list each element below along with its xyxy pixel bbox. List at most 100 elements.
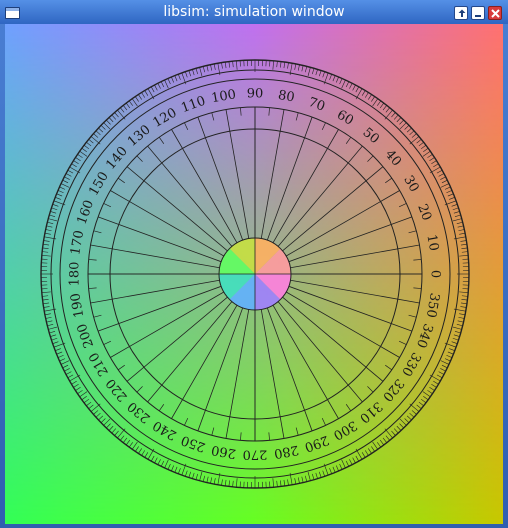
degree-tick	[174, 75, 178, 82]
degree-tick	[382, 105, 387, 111]
degree-tick	[154, 84, 158, 91]
angle-label: 290	[302, 432, 330, 455]
degree-tick	[436, 374, 443, 379]
minimize-button[interactable]	[471, 6, 485, 20]
degree-tick	[98, 415, 104, 421]
minor-tick	[118, 364, 125, 371]
minimize-icon	[475, 15, 481, 17]
degree-tick	[452, 218, 462, 222]
simulation-canvas[interactable]: 0 10 20 30 40 50 60 70 80 90 100 110 120 130 140 150 160…	[5, 24, 503, 524]
radial-spoke	[288, 216, 413, 263]
degree-tick	[160, 81, 165, 88]
degree-tick	[57, 190, 64, 194]
degree-tick	[329, 468, 332, 474]
degree-tick	[461, 295, 468, 297]
degree-tick	[423, 147, 429, 152]
angle-label: 20	[414, 202, 434, 223]
title-bar[interactable]: libsim: simulation window	[0, 0, 508, 24]
degree-tick	[372, 98, 378, 107]
degree-tick	[49, 331, 56, 334]
angle-label: 260	[210, 442, 237, 461]
restore-button[interactable]	[454, 6, 468, 20]
degree-tick	[128, 442, 133, 448]
minor-tick	[367, 386, 374, 393]
minor-tick	[385, 364, 392, 371]
degree-tick	[459, 291, 469, 293]
degree-tick	[399, 119, 404, 125]
degree-tick	[65, 173, 72, 177]
angle-label: 230	[125, 398, 154, 425]
angle-label: 40	[382, 147, 404, 169]
degree-tick	[46, 225, 53, 228]
minor-tick	[211, 112, 215, 121]
degree-tick	[431, 160, 437, 165]
degree-tick	[157, 83, 161, 89]
degree-tick	[43, 306, 50, 308]
degree-tick	[100, 125, 106, 130]
protractor-dial: 0102030405060708090100110120130140150160…	[40, 59, 470, 489]
degree-tick	[88, 139, 94, 144]
degree-tick	[55, 197, 61, 200]
degree-tick	[406, 415, 412, 421]
angle-label: 340	[413, 321, 436, 349]
degree-tick	[120, 435, 125, 441]
minor-tick	[103, 340, 112, 345]
degree-tick	[123, 437, 128, 443]
degree-tick	[460, 243, 467, 246]
degree-tick	[420, 144, 427, 150]
minor-tick	[367, 155, 374, 162]
degree-tick	[42, 251, 49, 253]
degree-tick	[451, 341, 458, 344]
angle-label: 280	[273, 442, 300, 461]
degree-tick	[345, 81, 350, 88]
degree-tick	[305, 475, 308, 482]
degree-tick	[224, 62, 227, 69]
degree-tick	[77, 390, 83, 394]
degree-tick	[312, 473, 315, 480]
degree-tick	[48, 326, 58, 330]
degree-tick	[339, 463, 343, 470]
degree-tick	[59, 186, 66, 190]
degree-tick	[287, 62, 289, 69]
degree-tick	[404, 418, 410, 423]
degree-tick	[56, 193, 63, 197]
angle-label: 320	[379, 375, 406, 404]
minor-tick	[88, 287, 97, 289]
degree-tick	[77, 154, 83, 158]
minor-tick	[93, 314, 102, 318]
degree-tick	[379, 102, 385, 109]
minor-tick	[408, 230, 417, 234]
degree-tick	[79, 391, 88, 397]
degree-tick	[199, 67, 203, 77]
degree-tick	[202, 475, 205, 482]
degree-tick	[456, 324, 463, 327]
degree-tick	[41, 291, 51, 293]
degree-tick	[228, 480, 230, 487]
degree-tick	[141, 92, 146, 98]
degree-tick	[368, 94, 372, 100]
degree-tick	[49, 214, 56, 217]
degree-tick	[460, 240, 467, 242]
minor-tick	[136, 155, 143, 162]
degree-tick	[60, 183, 70, 188]
minor-tick	[345, 404, 352, 411]
degree-tick	[446, 354, 453, 358]
degree-tick	[384, 428, 393, 439]
degree-tick	[213, 478, 216, 485]
degree-tick	[364, 450, 369, 456]
degree-tick	[371, 446, 375, 452]
angle-label: 90	[247, 87, 264, 102]
degree-tick	[409, 412, 415, 418]
close-button[interactable]	[488, 6, 502, 20]
degree-tick	[446, 190, 453, 194]
degree-tick	[272, 478, 274, 488]
degree-tick	[199, 471, 203, 481]
degree-tick	[294, 63, 297, 70]
degree-tick	[322, 470, 325, 477]
degree-tick	[55, 348, 61, 351]
degree-tick	[460, 306, 467, 308]
degree-tick	[42, 247, 49, 249]
degree-tick	[315, 472, 318, 479]
degree-tick	[75, 157, 81, 161]
degree-tick	[67, 374, 74, 379]
